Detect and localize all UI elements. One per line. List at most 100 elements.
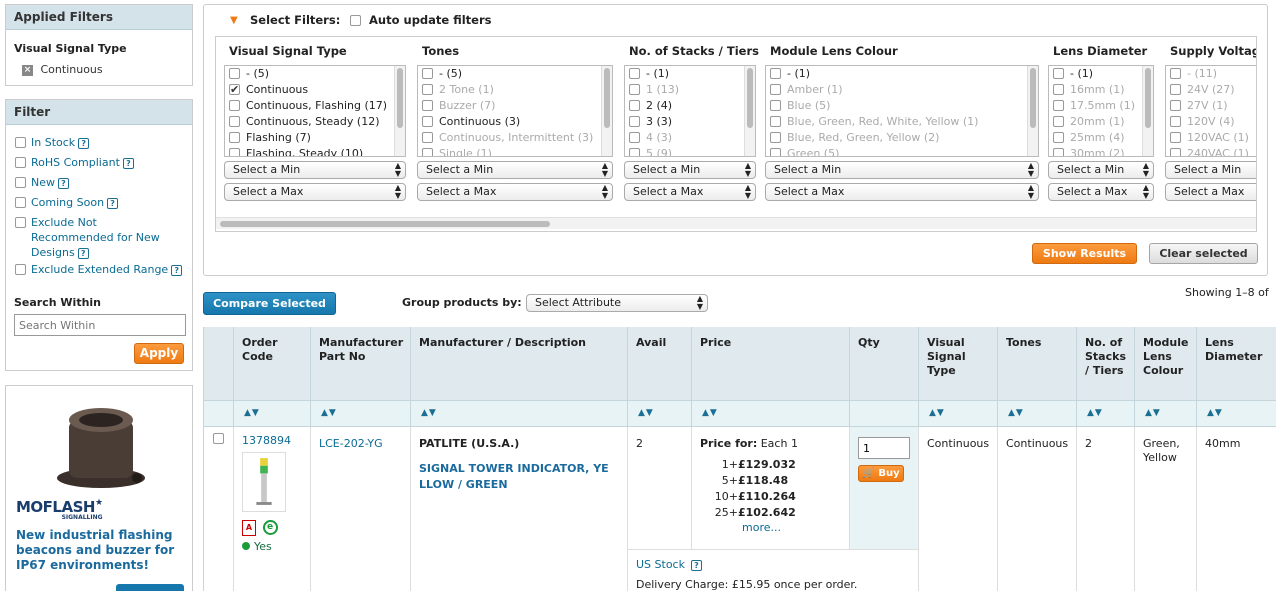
filter-coming-soon[interactable]: Coming Soon? — [15, 195, 119, 210]
list-item[interactable]: 3 (3) — [625, 114, 755, 130]
sort-avail[interactable]: ▲▼ — [628, 401, 692, 427]
sort-arrows-icon[interactable]: ▲▼ — [929, 408, 945, 418]
list-item[interactable]: 2 Tone (1) — [418, 82, 612, 98]
sort-arrows-icon[interactable]: ▲▼ — [244, 408, 260, 418]
promo-banner[interactable]: MOFLASH★ SIGNALLING New industrial flash… — [5, 385, 193, 591]
sort-stacks[interactable]: ▲▼ — [1077, 401, 1135, 427]
list-item[interactable]: Buzzer (7) — [418, 98, 612, 114]
th-avail[interactable]: Avail — [628, 327, 692, 401]
list-item[interactable]: Flashing (7) — [225, 130, 405, 146]
list-tones[interactable]: - (5) 2 Tone (1) Buzzer (7) Continuous (… — [417, 65, 613, 157]
sort-arrows-icon[interactable]: ▲▼ — [1008, 408, 1024, 418]
scrollbar[interactable] — [744, 66, 755, 156]
scrollbar[interactable] — [394, 66, 405, 156]
filter-exclude-extended[interactable]: Exclude Extended Range? — [15, 262, 187, 277]
th-lens-diameter[interactable]: Lens Diameter — [1197, 327, 1276, 401]
promo-button[interactable] — [116, 584, 184, 591]
search-within-input[interactable] — [14, 314, 186, 336]
buy-button[interactable]: 🛒 Buy — [858, 465, 904, 482]
list-visual-signal-type[interactable]: - (5) Continuous Continuous, Flashing (1… — [224, 65, 406, 157]
list-item[interactable]: - (11) — [1166, 66, 1256, 82]
filter-exclude-nrnd[interactable]: Exclude Not Recommended for New Designs? — [15, 215, 175, 260]
help-icon[interactable]: ? — [58, 177, 69, 189]
list-item[interactable]: Continuous, Intermittent (3) — [418, 130, 612, 146]
list-item[interactable]: Single (1) — [418, 146, 612, 156]
sort-tones[interactable]: ▲▼ — [998, 401, 1077, 427]
in-stock-checkbox[interactable] — [15, 137, 26, 148]
list-item[interactable]: Blue, Red, Green, Yellow (2) — [766, 130, 1038, 146]
clear-selected-button[interactable]: Clear selected — [1149, 243, 1258, 264]
list-item[interactable]: 25mm (4) — [1049, 130, 1153, 146]
max-select[interactable]: Select a Max▲▼ — [417, 183, 613, 201]
list-item[interactable]: Continuous — [225, 82, 405, 98]
min-select[interactable]: Select a Min▲▼ — [765, 161, 1039, 179]
applied-filter-chip[interactable]: × Continuous — [22, 63, 103, 76]
max-select[interactable]: Select a Max▲▼ — [624, 183, 756, 201]
filter-new[interactable]: New? — [15, 175, 69, 190]
min-select[interactable]: Select a Min▲▼ — [417, 161, 613, 179]
new-checkbox[interactable] — [15, 177, 26, 188]
max-select[interactable]: Select a Max▲▼ — [1048, 183, 1154, 201]
th-order-code[interactable]: Order Code — [234, 327, 311, 401]
auto-update-checkbox[interactable] — [350, 15, 361, 26]
list-item[interactable]: 120VAC (1) — [1166, 130, 1256, 146]
list-item[interactable]: 24V (27) — [1166, 82, 1256, 98]
list-supply-voltage[interactable]: - (11) 24V (27) 27V (1) 120V (4) 120VAC … — [1165, 65, 1256, 157]
list-item[interactable]: 4 (3) — [625, 130, 755, 146]
max-select[interactable]: Select a Max▲▼ — [1165, 183, 1256, 201]
th-visual-signal-type[interactable]: Visual Signal Type — [919, 327, 998, 401]
apply-button[interactable]: Apply — [134, 343, 184, 364]
remove-filter-icon[interactable]: × — [22, 64, 33, 76]
horizontal-scrollbar[interactable] — [216, 217, 1256, 229]
list-item[interactable]: Flashing, Steady (10) — [225, 146, 405, 156]
sort-order-code[interactable]: ▲▼ — [234, 401, 311, 427]
scrollbar[interactable] — [601, 66, 612, 156]
list-item[interactable]: 30mm (2) — [1049, 146, 1153, 156]
list-item[interactable]: 240VAC (1) — [1166, 146, 1256, 156]
list-item[interactable]: Continuous, Flashing (17) — [225, 98, 405, 114]
th-part-no[interactable]: Manufacturer Part No — [311, 327, 411, 401]
min-select[interactable]: Select a Min▲▼ — [224, 161, 406, 179]
collapse-arrow-icon[interactable]: ▼ — [230, 15, 238, 26]
list-stacks[interactable]: - (1) 1 (13) 2 (4) 3 (3) 4 (3) 5 (9) — [624, 65, 756, 157]
th-lens-colour[interactable]: Module Lens Colour — [1135, 327, 1197, 401]
th-stacks[interactable]: No. of Stacks / Tiers — [1077, 327, 1135, 401]
min-select[interactable]: Select a Min▲▼ — [1165, 161, 1256, 179]
scrollbar[interactable] — [1142, 66, 1153, 156]
order-code-link[interactable]: 1378894 — [242, 434, 302, 448]
th-tones[interactable]: Tones — [998, 327, 1077, 401]
help-icon[interactable]: ? — [77, 247, 89, 259]
help-icon[interactable]: ? — [690, 559, 702, 571]
list-lens-colour[interactable]: - (1) Amber (1) Blue (5) Blue, Green, Re… — [765, 65, 1039, 157]
help-icon[interactable]: ? — [107, 197, 119, 209]
sort-lens-colour[interactable]: ▲▼ — [1135, 401, 1197, 427]
list-item[interactable]: - (1) — [625, 66, 755, 82]
sort-arrows-icon[interactable]: ▲▼ — [1087, 408, 1103, 418]
min-select[interactable]: Select a Min▲▼ — [624, 161, 756, 179]
compare-selected-button[interactable]: Compare Selected — [203, 292, 336, 315]
list-item[interactable]: Continuous (3) — [418, 114, 612, 130]
th-qty[interactable]: Qty — [850, 327, 919, 401]
list-item[interactable]: 27V (1) — [1166, 98, 1256, 114]
rohs-checkbox[interactable] — [15, 157, 26, 168]
product-thumbnail[interactable] — [242, 452, 286, 512]
list-item[interactable]: 17.5mm (1) — [1049, 98, 1153, 114]
min-select[interactable]: Select a Min▲▼ — [1048, 161, 1154, 179]
th-price[interactable]: Price — [692, 327, 850, 401]
sort-arrows-icon[interactable]: ▲▼ — [638, 408, 654, 418]
description-link[interactable]: SIGNAL TOWER INDICATOR, YE LLOW / GREEN — [419, 461, 619, 493]
qty-input[interactable] — [858, 437, 910, 459]
exclude-nrnd-checkbox[interactable] — [15, 217, 26, 228]
auto-update-option[interactable]: Auto update filters — [350, 13, 492, 27]
row-select-checkbox[interactable] — [213, 432, 224, 444]
max-select[interactable]: Select a Max▲▼ — [765, 183, 1039, 201]
list-item[interactable]: Amber (1) — [766, 82, 1038, 98]
list-item[interactable]: Blue, Green, Red, White, Yellow (1) — [766, 114, 1038, 130]
sort-lens-diameter[interactable]: ▲▼ — [1197, 401, 1276, 427]
help-icon[interactable]: ? — [122, 157, 134, 169]
sort-arrows-icon[interactable]: ▲▼ — [321, 408, 337, 418]
list-item[interactable]: - (1) — [1049, 66, 1153, 82]
show-results-button[interactable]: Show Results — [1032, 243, 1137, 264]
exclude-extended-checkbox[interactable] — [15, 264, 26, 275]
coming-soon-checkbox[interactable] — [15, 197, 26, 208]
